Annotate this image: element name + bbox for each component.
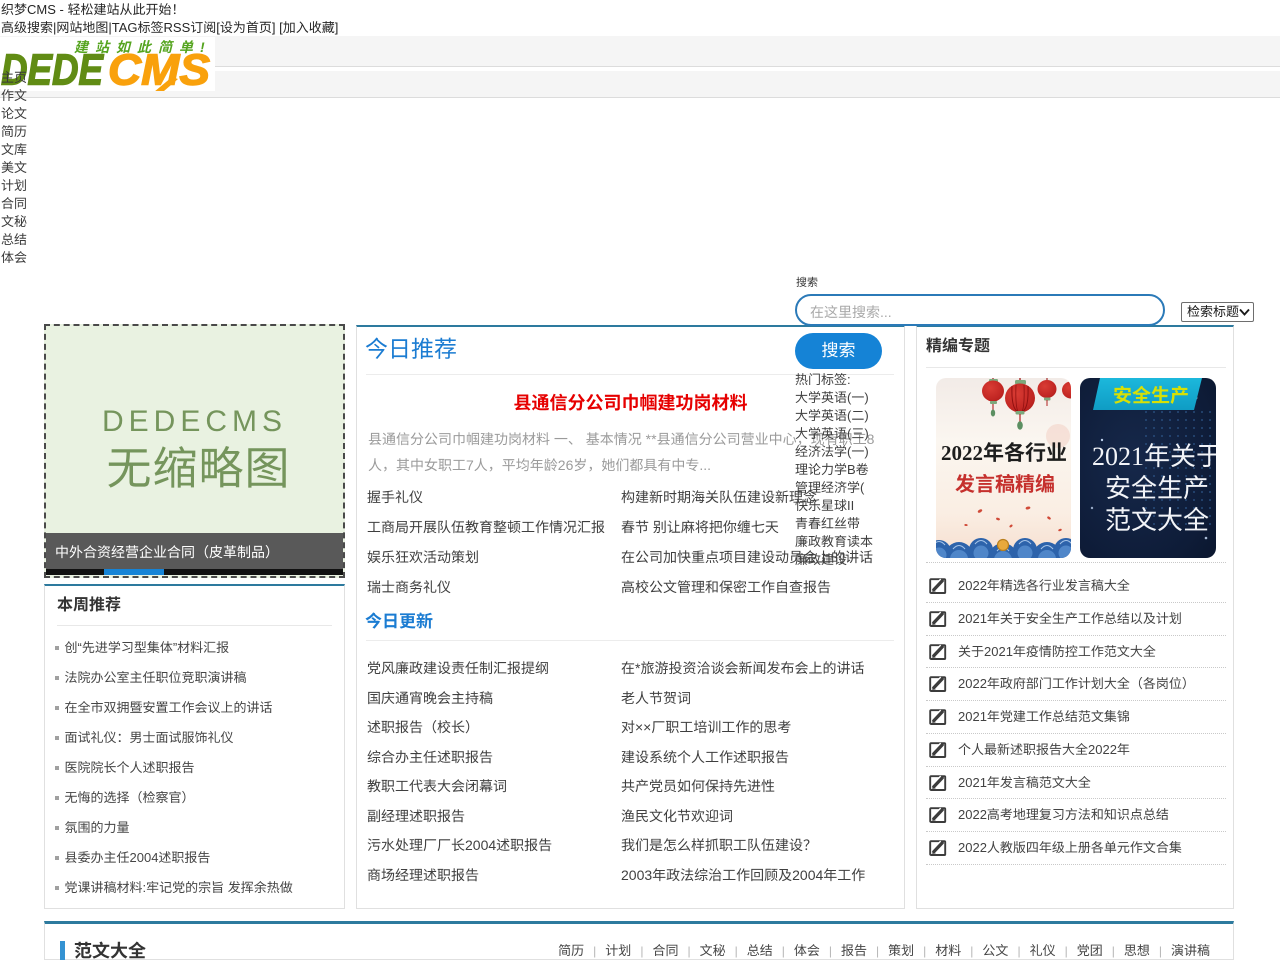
svg-text:安全生产: 安全生产: [1113, 385, 1189, 407]
svg-text:安全生产: 安全生产: [1105, 474, 1209, 503]
svg-text:2021年关于: 2021年关于: [1092, 442, 1216, 471]
svg-text:2022年各行业: 2022年各行业: [941, 441, 1067, 465]
svg-text:发言稿精编: 发言稿精编: [955, 473, 1055, 496]
svg-text:CMS: CMS: [108, 46, 210, 92]
svg-text:范文大全: 范文大全: [1105, 506, 1209, 535]
